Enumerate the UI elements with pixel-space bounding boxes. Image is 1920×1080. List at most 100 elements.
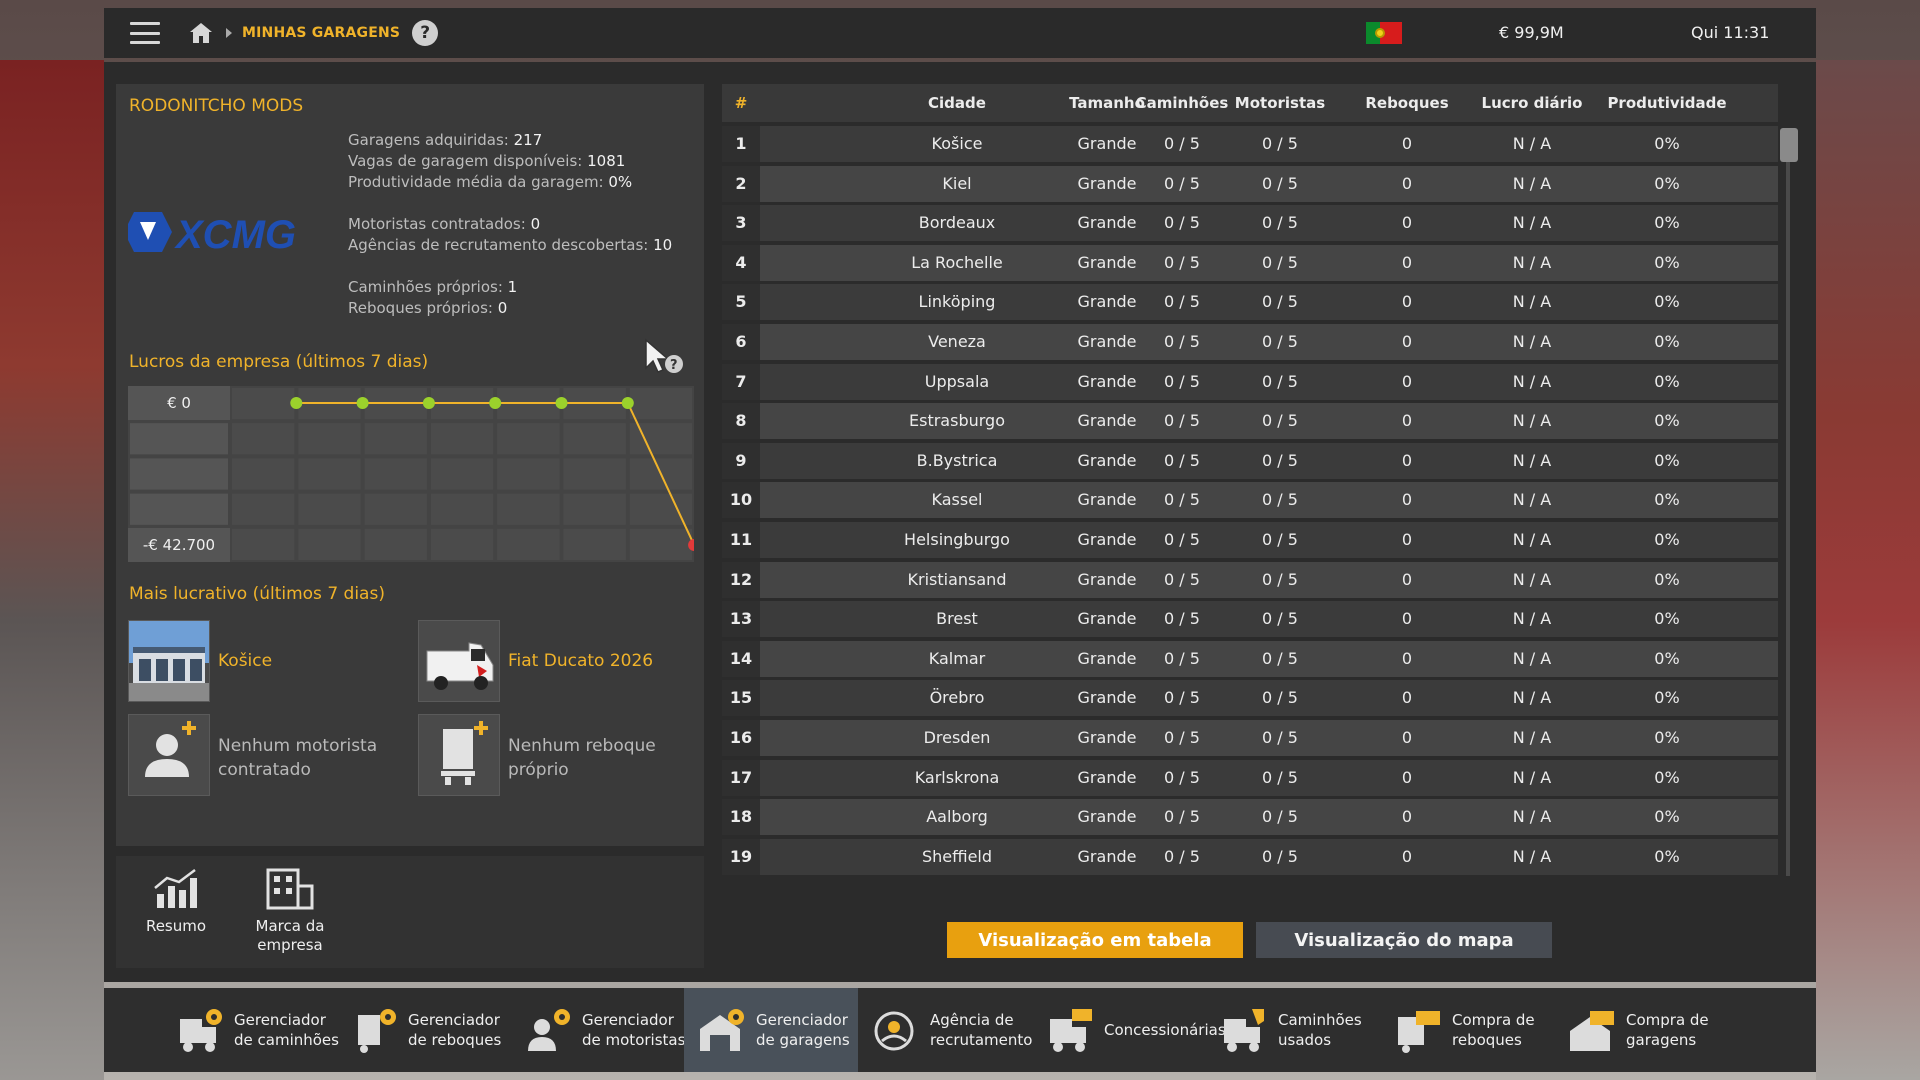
best-garage-name[interactable]: Košice <box>218 651 272 671</box>
nav-trailer-purchase[interactable]: Compra de reboques <box>1392 988 1560 1072</box>
used-trucks-icon <box>1224 1009 1264 1052</box>
table-row[interactable]: 2 Kiel Grande 0 / 50 / 50N / A 0% <box>722 165 1778 202</box>
table-row[interactable]: 7 Uppsala Grande 0 / 50 / 50N / A 0% <box>722 363 1778 400</box>
y-tick-max: € 0 <box>128 386 230 420</box>
table-row[interactable]: 17 Karlskrona Grande 0 / 50 / 50N / A 0% <box>722 759 1778 796</box>
company-subnav: Resumo Marca da empresa <box>116 856 704 968</box>
profit-point[interactable] <box>290 397 303 409</box>
row-number: 13 <box>722 601 760 638</box>
table-row[interactable]: 14 Kalmar Grande 0 / 50 / 50N / A 0% <box>722 640 1778 677</box>
nav-dealership[interactable]: Concessionárias <box>1044 988 1226 1072</box>
home-icon[interactable] <box>188 21 214 45</box>
table-row[interactable]: 10 Kassel Grande 0 / 50 / 50N / A 0% <box>722 482 1778 519</box>
chart-grid-cell <box>497 423 560 455</box>
garages-table: # Cidade Tamanho Caminhões Motoristas Reboque… <box>722 84 1798 876</box>
table-cell: 0% <box>1654 292 1680 312</box>
garage-purchase-icon <box>1570 1011 1614 1051</box>
scrollbar-thumb[interactable] <box>1780 128 1798 162</box>
profit-point[interactable] <box>489 397 502 409</box>
nav-label: Compra de reboques <box>1452 1011 1535 1049</box>
table-cell: 0% <box>1654 252 1680 272</box>
chart-grid-cell <box>130 423 228 455</box>
table-row[interactable]: 11 Helsingburgo Grande 0 / 50 / 50N / A 0% <box>722 522 1778 558</box>
nav-driver-manager[interactable]: Gerenciador de motoristas <box>522 988 690 1072</box>
table-row[interactable]: 3 Bordeaux Grande 0 / 50 / 50N / A 0% <box>722 205 1778 242</box>
row-number: 3 <box>722 205 760 242</box>
profit-point[interactable] <box>422 397 435 409</box>
row-number: 19 <box>722 838 760 875</box>
garage-thumbnail[interactable] <box>128 620 210 702</box>
table-cell: 0% <box>1654 173 1680 193</box>
chart-grid-cell <box>298 458 361 490</box>
company-brand-button[interactable]: Marca da empresa <box>240 866 340 955</box>
table-row[interactable]: 19 Sheffield Grande 0 / 50 / 50N / A 0% <box>722 838 1778 875</box>
profit-point[interactable] <box>621 397 634 409</box>
stat-label: Reboques próprios: <box>348 299 493 317</box>
nav-used-trucks[interactable]: Caminhões usados <box>1218 988 1386 1072</box>
table-cell: 0 / 5 <box>1262 807 1298 827</box>
table-cell: 0% <box>1654 569 1680 589</box>
row-number: 15 <box>722 680 760 717</box>
summary-button[interactable]: Resumo <box>126 866 226 936</box>
top-bar: MINHAS GARAGENS ? € 99,9M Qui 11:31 <box>104 8 1816 58</box>
truck-thumbnail[interactable] <box>418 620 500 702</box>
nav-garage-purchase[interactable]: Compra de garagens <box>1566 988 1734 1072</box>
background-right <box>1816 60 1920 1080</box>
table-row[interactable]: 13 Brest Grande 0 / 50 / 50N / A 0% <box>722 601 1778 638</box>
profit-point[interactable] <box>356 397 369 409</box>
hire-driver-tile[interactable] <box>128 714 210 796</box>
buy-trailer-tile[interactable] <box>418 714 500 796</box>
chart-grid-cell <box>629 528 693 560</box>
most-profitable-title: Mais lucrativo (últimos 7 dias) <box>129 584 385 604</box>
table-cell: 0% <box>1654 332 1680 351</box>
van-icon <box>426 642 494 690</box>
chart-grid-cell <box>563 423 626 455</box>
table-cell: 0 / 5 <box>1262 134 1298 153</box>
nav-truck-manager[interactable]: Gerenciador de caminhões <box>174 988 342 1072</box>
company-brand-label: Marca da empresa <box>255 917 325 954</box>
column-header[interactable]: Produtividade <box>1582 84 1752 122</box>
table-cell: 0% <box>1654 411 1680 431</box>
table-row[interactable]: 15 Örebro Grande 0 / 50 / 50N / A 0% <box>722 680 1778 717</box>
table-cell: 0% <box>1654 213 1680 233</box>
best-truck-name[interactable]: Fiat Ducato 2026 <box>508 651 653 671</box>
column-header[interactable]: Motoristas <box>1222 84 1338 122</box>
nav-recruitment-agency[interactable]: Agência de recrutamento <box>870 988 1038 1072</box>
column-header[interactable]: # <box>722 84 760 122</box>
table-view-button[interactable]: Visualização em tabela <box>947 922 1243 958</box>
menu-icon[interactable] <box>130 22 160 44</box>
table-row[interactable]: 8 Estrasburgo Grande 0 / 50 / 50N / A 0% <box>722 403 1778 440</box>
table-row[interactable]: 18 Aalborg Grande 0 / 50 / 50N / A 0% <box>722 799 1778 836</box>
scrollbar-track[interactable] <box>1786 128 1790 876</box>
table-cell: 0 / 5 <box>1262 767 1298 787</box>
nav-garage-manager[interactable]: Gerenciador de garagens <box>684 988 858 1072</box>
chart-grid-cell <box>232 528 295 560</box>
chart-grid-cell <box>629 388 693 420</box>
table-row[interactable]: 9 B.Bystrica Grande 0 / 50 / 50N / A 0% <box>722 442 1778 479</box>
table-row[interactable]: 16 Dresden Grande 0 / 50 / 50N / A 0% <box>722 720 1778 756</box>
profit-point[interactable] <box>555 397 568 409</box>
table-row[interactable]: 12 Kristiansand Grande 0 / 50 / 50N / A 0% <box>722 561 1778 598</box>
row-number: 17 <box>722 759 760 796</box>
chart-grid-cell <box>232 388 295 420</box>
chart-grid-cell <box>563 458 626 490</box>
table-row[interactable]: 4 La Rochelle Grande 0 / 50 / 50N / A 0% <box>722 244 1778 281</box>
help-icon[interactable]: ? <box>412 20 439 46</box>
company-building-icon <box>266 868 314 910</box>
trailer-manager-icon <box>358 1009 396 1053</box>
chart-grid-cell <box>232 493 295 525</box>
table-row[interactable]: 6 Veneza Grande 0 / 50 / 50N / A 0% <box>722 324 1778 360</box>
breadcrumb[interactable]: MINHAS GARAGENS <box>242 25 400 41</box>
nav-label: Gerenciador de garagens <box>756 1011 850 1049</box>
chart-grid-cell <box>298 528 361 560</box>
chart-grid-cell <box>364 458 427 490</box>
map-view-button[interactable]: Visualização do mapa <box>1256 922 1552 958</box>
table-row[interactable]: 5 Linköping Grande 0 / 50 / 50N / A 0% <box>722 284 1778 321</box>
stat-label: Vagas de garagem disponíveis: <box>348 152 583 170</box>
garage-manager-icon <box>700 1009 744 1051</box>
stat-value: 0 <box>497 299 508 317</box>
nav-trailer-manager[interactable]: Gerenciador de reboques <box>348 988 516 1072</box>
stat-label: Motoristas contratados: <box>348 215 526 233</box>
chart-grid-cell <box>430 458 494 490</box>
table-row[interactable]: 1 Košice Grande 0 / 50 / 50N / A 0% <box>722 126 1778 162</box>
